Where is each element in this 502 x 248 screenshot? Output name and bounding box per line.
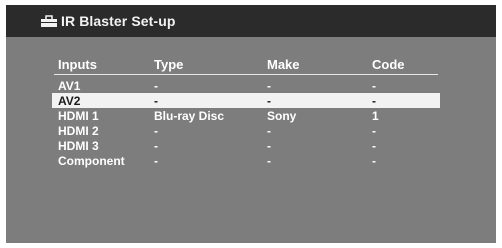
header-type: Type	[154, 57, 184, 72]
cell-type: -	[154, 94, 158, 108]
cell-input: HDMI 1	[58, 109, 99, 123]
cell-code: -	[372, 139, 376, 153]
table-header: Inputs Type Make Code	[54, 56, 438, 75]
cell-make: -	[267, 154, 271, 168]
cell-code: -	[372, 124, 376, 138]
table-row-hdmi3[interactable]: HDMI 3 - - -	[54, 138, 438, 153]
ir-blaster-screen: IR Blaster Set-up Inputs Type Make Code …	[6, 5, 496, 243]
cell-type: -	[154, 154, 158, 168]
cell-make: -	[267, 94, 271, 108]
page-title: IR Blaster Set-up	[61, 13, 176, 29]
table-row-component[interactable]: Component - - -	[54, 153, 438, 168]
table-row-av2[interactable]: AV2 - - -	[52, 93, 440, 108]
input-table: Inputs Type Make Code AV1 - - - AV2 - - …	[52, 56, 440, 168]
header-code: Code	[372, 57, 405, 72]
table-row-hdmi2[interactable]: HDMI 2 - - -	[54, 123, 438, 138]
cell-input: HDMI 2	[58, 124, 99, 138]
cell-input: Component	[58, 154, 125, 168]
title-bar: IR Blaster Set-up	[6, 5, 496, 37]
header-make: Make	[267, 57, 300, 72]
cell-make: -	[267, 124, 271, 138]
cell-code: -	[372, 154, 376, 168]
toolbox-icon	[41, 15, 57, 27]
cell-type: -	[154, 139, 158, 153]
cell-make: -	[267, 139, 271, 153]
header-inputs: Inputs	[58, 57, 97, 72]
table-row-hdmi1[interactable]: HDMI 1 Blu-ray Disc Sony 1	[54, 108, 438, 123]
cell-make: Sony	[267, 109, 297, 123]
cell-make: -	[267, 79, 271, 93]
cell-type: Blu-ray Disc	[154, 109, 225, 123]
cell-type: -	[154, 124, 158, 138]
cell-type: -	[154, 79, 158, 93]
cell-code: -	[372, 79, 376, 93]
cell-code: -	[372, 94, 376, 108]
cell-input: HDMI 3	[58, 139, 99, 153]
cell-input: AV1	[58, 79, 81, 93]
cell-code: 1	[372, 109, 379, 123]
cell-input: AV2	[58, 94, 81, 108]
table-row-av1[interactable]: AV1 - - -	[54, 78, 438, 93]
